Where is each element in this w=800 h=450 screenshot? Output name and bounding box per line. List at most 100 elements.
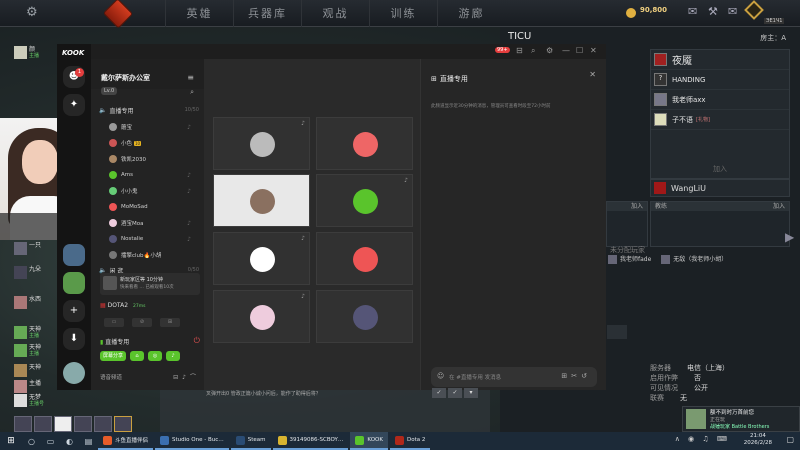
nav-learn[interactable]: 训练 [369, 0, 437, 27]
hero-icon[interactable] [94, 416, 112, 432]
activity-button[interactable]: ◎ [148, 351, 163, 361]
list-item[interactable]: 天神 [14, 364, 41, 377]
nav-arcade[interactable]: 游廊 [437, 0, 505, 27]
voice-tile[interactable]: ♪ [213, 232, 310, 285]
list-item[interactable]: 一只 [14, 242, 41, 255]
channel-member[interactable]: 擂擎club🔥小胡 [109, 249, 191, 261]
channel-member[interactable]: 铁凯2030 [109, 153, 191, 165]
thumbs-icon[interactable]: ✓ [448, 388, 462, 398]
inventory-icon[interactable]: ⚒ [708, 5, 718, 18]
camera-button[interactable]: ⌂ [130, 351, 145, 361]
gear-icon[interactable]: ⚙ [26, 5, 38, 20]
hero-icon[interactable] [114, 416, 132, 432]
slot-join-button[interactable]: 加入 [631, 202, 643, 211]
friend-notification[interactable]: 额不到时万首前您 正在玩 战锤玩家 Battle Brothers [682, 406, 800, 432]
windows-start-icon[interactable]: ⊞ [0, 436, 22, 446]
search-icon[interactable]: ○ [22, 437, 41, 446]
disconnect-icon[interactable]: ⏻ [194, 336, 200, 346]
input-tools-icons[interactable]: ⊞✂↺ [561, 372, 591, 380]
chevron-right-icon[interactable]: ▶ [785, 230, 794, 244]
screen-share-button[interactable]: 屏幕分享 [100, 351, 127, 361]
maximize-icon[interactable]: ☐ [576, 46, 583, 55]
list-item[interactable]: 天神 主播 [14, 326, 41, 339]
taskbar-app[interactable]: Steam [230, 432, 271, 450]
taskbar-app-active[interactable]: KOOK [350, 432, 388, 450]
server-icon[interactable] [63, 244, 85, 266]
search-icon[interactable]: ⌕ [531, 46, 535, 56]
add-server-icon[interactable]: + [63, 300, 85, 322]
emoji-icon[interactable]: ☺ [437, 372, 444, 380]
lobby-player[interactable]: WangLiU [650, 179, 790, 197]
thumbs-icon[interactable]: ✓ [432, 388, 446, 398]
server-icon[interactable] [63, 272, 85, 294]
list-item[interactable]: 颜主播 [14, 46, 39, 59]
grid-icon[interactable]: ⊞ [160, 318, 180, 327]
screen-icon[interactable]: ▭ [104, 318, 124, 327]
channel-member[interactable]: 小色 10 [109, 137, 191, 149]
dota-logo-icon[interactable] [102, 0, 134, 29]
unassigned-player[interactable]: 无敌（我老师小胡） [661, 254, 727, 264]
channel-member[interactable]: 蘑宝 ♪ [109, 121, 191, 133]
hero-icon[interactable] [34, 416, 52, 432]
channel-member[interactable]: 酒宝Moa ♪ [109, 217, 191, 229]
message-input[interactable]: ☺ 在 #直播专用 发消息 ⊞✂↺ [431, 367, 597, 387]
lobby-player[interactable]: ? HANDING [651, 70, 789, 90]
voice-tile[interactable]: ♪ [213, 117, 310, 170]
hero-icon[interactable] [54, 416, 72, 432]
user-avatar[interactable] [63, 362, 85, 384]
voice-tile[interactable]: ♪ [213, 290, 310, 343]
list-item[interactable]: 主播 [14, 380, 41, 393]
link-icon[interactable]: ⊘ [132, 318, 152, 327]
system-tray-icons[interactable]: ∧ ◉ ♫ ⌨ [675, 435, 730, 443]
voice-tile[interactable] [316, 117, 413, 170]
search-icon[interactable]: ⌕ [190, 88, 194, 97]
inbox-icon[interactable]: ⊟ [516, 46, 523, 55]
taskbar-app[interactable]: 39149086-SCBOY… [272, 432, 349, 450]
music-button[interactable]: ♪ [166, 351, 181, 361]
activity-card[interactable]: 新玩家区等 10分钟 快来看看 … 已被观看10次 [100, 273, 200, 295]
close-icon[interactable]: ✕ [590, 46, 597, 55]
download-icon[interactable]: ⬇ [63, 328, 85, 350]
voice-tile[interactable] [316, 232, 413, 285]
taskbar-app[interactable]: 斗鱼直播伴侣 [98, 432, 154, 450]
lobby-join-button[interactable]: 加入 [650, 164, 790, 174]
voice-tile[interactable] [316, 290, 413, 343]
notification-icon[interactable]: ✉ [728, 5, 737, 18]
lobby-player[interactable]: 我老师axx [651, 90, 789, 110]
browser-icon[interactable]: ◐ [60, 437, 79, 446]
discover-icon[interactable]: ✦ [63, 94, 85, 116]
voice-tile-speaking[interactable] [213, 174, 310, 227]
clock[interactable]: 21:04 2026/2/28 [744, 433, 772, 447]
minimize-icon[interactable]: — [562, 46, 570, 55]
voice-tile[interactable]: ♪ [316, 174, 413, 227]
rank-icon[interactable] [744, 0, 764, 20]
server-name[interactable]: 戴尔萨斯办公室 [101, 73, 150, 83]
list-item[interactable]: 天神 主播 [14, 344, 41, 357]
list-item[interactable]: 水西 [14, 296, 41, 309]
channel-member[interactable]: Ams ♪ [109, 169, 191, 181]
list-item[interactable]: 九朵 [14, 266, 41, 279]
taskbar-app[interactable]: Dota 2 [389, 432, 431, 450]
folder-icon[interactable]: ▤ [79, 437, 98, 446]
task-view-icon[interactable]: ▭ [41, 437, 60, 446]
unassigned-player[interactable]: 我老师fade [608, 254, 651, 264]
list-item[interactable]: 无梦 主播号 [14, 394, 44, 407]
hero-icon[interactable] [74, 416, 92, 432]
action-center-icon[interactable]: ▢ [786, 435, 794, 444]
lobby-player[interactable]: 子不语 [礼物] [651, 110, 789, 130]
channel-member[interactable]: Nostalie ♪ [109, 233, 191, 245]
lobby-player[interactable]: 夜魇 [651, 50, 789, 70]
menu-icon[interactable]: ≡ [187, 73, 194, 82]
nav-heroes[interactable]: 英雄 [165, 0, 233, 27]
mail-icon[interactable]: ✉ [688, 5, 697, 18]
chevron-down-icon[interactable]: ▾ [464, 388, 478, 398]
coach-join-button[interactable]: 加入 [773, 202, 785, 211]
close-icon[interactable]: ✕ [589, 70, 596, 79]
user-controls-icons[interactable]: ⊟♪⌒ [173, 372, 200, 381]
nav-armory[interactable]: 兵器库 [233, 0, 301, 27]
voice-channel[interactable]: 🔈 直播专用 10/50 [99, 104, 199, 116]
settings-icon[interactable]: ⚙ [546, 46, 553, 55]
channel-member[interactable]: MoMoSad [109, 201, 191, 213]
hero-icon[interactable] [14, 416, 32, 432]
nav-watch[interactable]: 观战 [301, 0, 369, 27]
